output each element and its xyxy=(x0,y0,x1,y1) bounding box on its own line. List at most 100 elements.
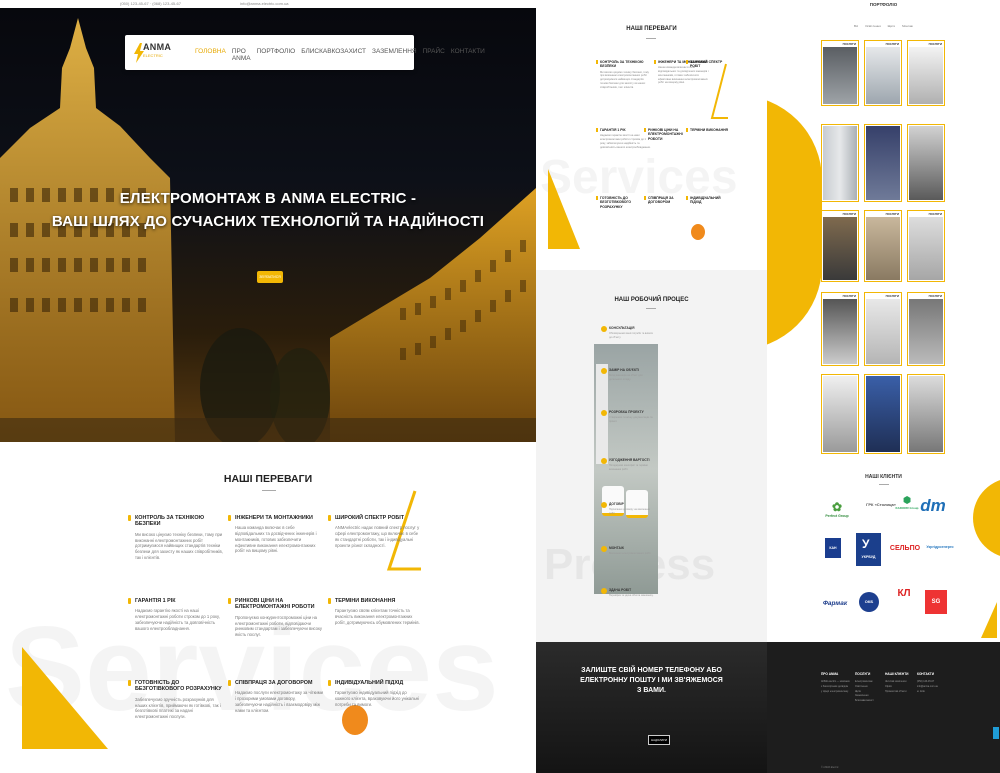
client-logo-dm: dm xyxy=(920,496,946,515)
nav-item-contacts[interactable]: КОНТАКТИ xyxy=(451,48,485,62)
top-email: info@anma.electric.com.ua xyxy=(240,1,289,6)
advantage-item: ГОТОВНІСТЬ ДО БЕЗГОТІВКОВОГО РОЗРАХУНКУ … xyxy=(128,680,223,720)
project-photo xyxy=(866,299,900,364)
advantage-text: Надаємо гарантію якості на наші електром… xyxy=(135,608,220,631)
project-photo xyxy=(823,376,857,452)
hero-title-line1: ЕЛЕКТРОМОНТАЖ В ANMA ELECTRIC - xyxy=(119,190,417,207)
yellow-triangle-decor xyxy=(548,169,580,249)
step-icon xyxy=(601,588,607,594)
nav-item-lightning-protection[interactable]: БЛИСКАВКОЗАХИСТ xyxy=(301,48,366,62)
process-section: Process НАШ РОБОЧИЙ ПРОЦЕС КОНСУЛЬТАЦІЯО… xyxy=(536,270,767,642)
filter-panels[interactable]: Щити xyxy=(888,24,896,28)
portfolio-card[interactable]: ПОСЛУГИ xyxy=(907,210,945,282)
logo-subtitle: ELECTRIC xyxy=(143,53,163,58)
step-title: МОНТАЖ xyxy=(609,546,624,550)
leaf-icon: ✿ xyxy=(831,500,843,514)
cta-text: ЗАЛИШТЕ СВІЙ НОМЕР ТЕЛЕФОНУ АБО ЕЛЕКТРОН… xyxy=(536,666,767,696)
portfolio-filters: Всі Освітлення Щити Монтаж xyxy=(767,24,1000,28)
orange-circle-decor xyxy=(342,705,368,735)
advantage-item: РИНКОВІ ЦІНИ НА ЕЛЕКТРОМОНТАЖНІ РОБОТИ xyxy=(644,128,689,141)
filter-lighting[interactable]: Освітлення xyxy=(865,24,881,28)
filter-all[interactable]: Всі xyxy=(854,24,858,28)
portfolio-card[interactable]: ПОСЛУГИ xyxy=(821,40,859,106)
hero-title-line2: ВАШ ШЛЯХ ДО СУЧАСНИХ ТЕХНОЛОГІЙ ТА НАДІЙ… xyxy=(51,213,485,230)
client-name: KADORR Group xyxy=(895,506,919,510)
footer-text: у сфері електромонтажу. xyxy=(821,689,849,693)
portfolio-card[interactable] xyxy=(864,124,902,202)
anma-logo[interactable]: ANMA ELECTRIC xyxy=(133,41,173,63)
portfolio-card[interactable] xyxy=(821,124,859,202)
footer-heading: ПРО ANMA xyxy=(821,672,839,676)
footer-link[interactable]: Блискавкозахист xyxy=(855,699,874,704)
clients-title: НАШІ КЛІЄНТИ xyxy=(865,474,902,480)
advantage-item: ТЕРМІНИ ВИКОНАННЯ Гарантуємо своїм клієн… xyxy=(328,598,423,626)
step-title: УЗГОДЖЕННЯ ВАРТОСТІ xyxy=(609,458,650,462)
advantage-text: Гарантуємо своїм клієнтам точність та вч… xyxy=(335,608,420,625)
advantage-item: ГАРАНТІЯ 1 РІК Надаємо гарантію якості на… xyxy=(596,128,651,149)
advantage-title: ГАРАНТІЯ 1 РІК xyxy=(128,598,223,605)
portfolio-title: ПОРТФОЛІО xyxy=(869,2,898,7)
advantage-title: ІНДИВІДУАЛЬНИЙ ПІДХІД xyxy=(328,680,423,687)
portfolio-card[interactable]: ПОСЛУГИ xyxy=(864,40,902,106)
portfolio-card[interactable]: ПОСЛУГИ xyxy=(907,40,945,106)
advantage-item: КОНТРОЛЬ ЗА ТЕХНІКОЮ БЕЗПЕКИ Ми високо ц… xyxy=(128,515,223,560)
portfolio-card[interactable] xyxy=(821,374,859,454)
yellow-triangle-decor xyxy=(981,602,997,638)
nav-item-grounding[interactable]: ЗАЗЕМЛЕННЯ xyxy=(372,48,417,62)
advantage-title: КОНТРОЛЬ ЗА ТЕХНІКОЮ БЕЗПЕКИ xyxy=(596,60,651,69)
contact-cta-section: ЗАЛИШТЕ СВІЙ НОМЕР ТЕЛЕФОНУ АБО ЕЛЕКТРОН… xyxy=(536,642,767,773)
yellow-circle-decor xyxy=(973,478,1000,558)
portfolio-card[interactable] xyxy=(907,124,945,202)
portfolio-card[interactable] xyxy=(864,374,902,454)
title-divider xyxy=(646,308,656,309)
nav-item-home[interactable]: ГОЛОВНА xyxy=(195,48,226,62)
portfolio-card[interactable]: ПОСЛУГИ xyxy=(864,292,902,366)
portfolio-card[interactable]: ПОСЛУГИ xyxy=(821,292,859,366)
advantages-title: НАШІ ПЕРЕВАГИ xyxy=(223,473,313,485)
portfolio-card[interactable]: ПОСЛУГИ xyxy=(907,292,945,366)
advantage-title: ГАРАНТІЯ 1 РІК xyxy=(596,128,651,133)
nav-item-about[interactable]: ПРО ANMA xyxy=(232,48,251,62)
advantage-item: ІНДИВІДУАЛЬНИЙ ПІДХІД xyxy=(686,196,732,205)
step-text: Обговорюємо ваші потреби та вимоги до об… xyxy=(609,332,654,339)
hero-contact-button[interactable]: ЗВ'ЯЗАТИСЯ xyxy=(257,271,283,283)
project-photo xyxy=(866,217,900,280)
footer-link[interactable]: Промислові об'єкти xyxy=(885,690,908,695)
client-logo-selpo: СЕЛЬПО xyxy=(889,545,921,552)
advantage-text: Ми високо цінуємо техніку безпеки, тому … xyxy=(135,531,223,560)
filter-install[interactable]: Монтаж xyxy=(902,24,913,28)
project-photo xyxy=(823,217,857,280)
nav-item-portfolio[interactable]: ПОРТФОЛІО xyxy=(257,48,296,62)
title-divider xyxy=(646,38,656,39)
advantage-text: Гарантуємо індивідуальний підхід до кожн… xyxy=(335,690,420,707)
project-photo xyxy=(909,376,943,452)
step-icon xyxy=(601,458,607,464)
footer-address: м. Київ xyxy=(917,689,925,693)
title-divider xyxy=(879,484,889,485)
main-navigation: ANMA ELECTRIC ГОЛОВНА ПРО ANMA ПОРТФОЛІО… xyxy=(125,35,485,70)
cta-submit-button[interactable]: НАДІСЛАТИ xyxy=(648,735,670,745)
footer-email[interactable]: info@anma.com.ua xyxy=(917,685,938,690)
portfolio-card[interactable]: ПОСЛУГИ xyxy=(821,210,859,282)
advantage-item: ШИРОКИЙ СПЕКТР РОБІТ xyxy=(686,60,726,69)
advantage-item: СПІВПРАЦЯ ЗА ДОГОВОРОМ Надаємо послуги е… xyxy=(228,680,323,713)
portfolio-card[interactable]: ПОСЛУГИ xyxy=(864,210,902,282)
step-title: КОНСУЛЬТАЦІЯ xyxy=(609,326,635,330)
cta-line1: ЗАЛИШТЕ СВІЙ НОМЕР ТЕЛЕФОНУ АБО xyxy=(581,667,722,674)
advantage-item: ІНЖЕНЕРИ ТА МОНТАЖНИКИ Наша команда вклю… xyxy=(228,515,323,554)
cta-line3: З ВАМИ. xyxy=(637,687,666,695)
advantage-item: ГАРАНТІЯ 1 РІК Надаємо гарантію якості н… xyxy=(128,598,223,631)
advantage-item: ІНДИВІДУАЛЬНИЙ ПІДХІД Гарантуємо індивід… xyxy=(328,680,423,708)
advantage-text: Наша команда включає в себе відповідальн… xyxy=(658,66,709,85)
nav-menu: ГОЛОВНА ПРО ANMA ПОРТФОЛІО БЛИСКАВКОЗАХИ… xyxy=(195,48,485,62)
portfolio-card[interactable] xyxy=(907,374,945,454)
advantage-title: ГОТОВНІСТЬ ДО БЕЗГОТІВКОВОГО РОЗРАХУНКУ xyxy=(596,196,642,209)
step-title: РОЗРОБКА ПРОЕКТУ xyxy=(609,410,644,414)
advantage-title: ІНЖЕНЕРИ ТА МОНТАЖНИКИ xyxy=(228,515,323,522)
title-divider xyxy=(262,490,276,491)
footer-heading: КОНТАКТИ xyxy=(917,672,935,676)
advantage-item: ГОТОВНІСТЬ ДО БЕЗГОТІВКОВОГО РОЗРАХУНКУ xyxy=(596,196,642,209)
scroll-to-top-button[interactable] xyxy=(993,727,999,739)
client-logo-kan: КАН xyxy=(825,538,841,558)
nav-item-price[interactable]: ПРАЙС xyxy=(423,48,445,62)
